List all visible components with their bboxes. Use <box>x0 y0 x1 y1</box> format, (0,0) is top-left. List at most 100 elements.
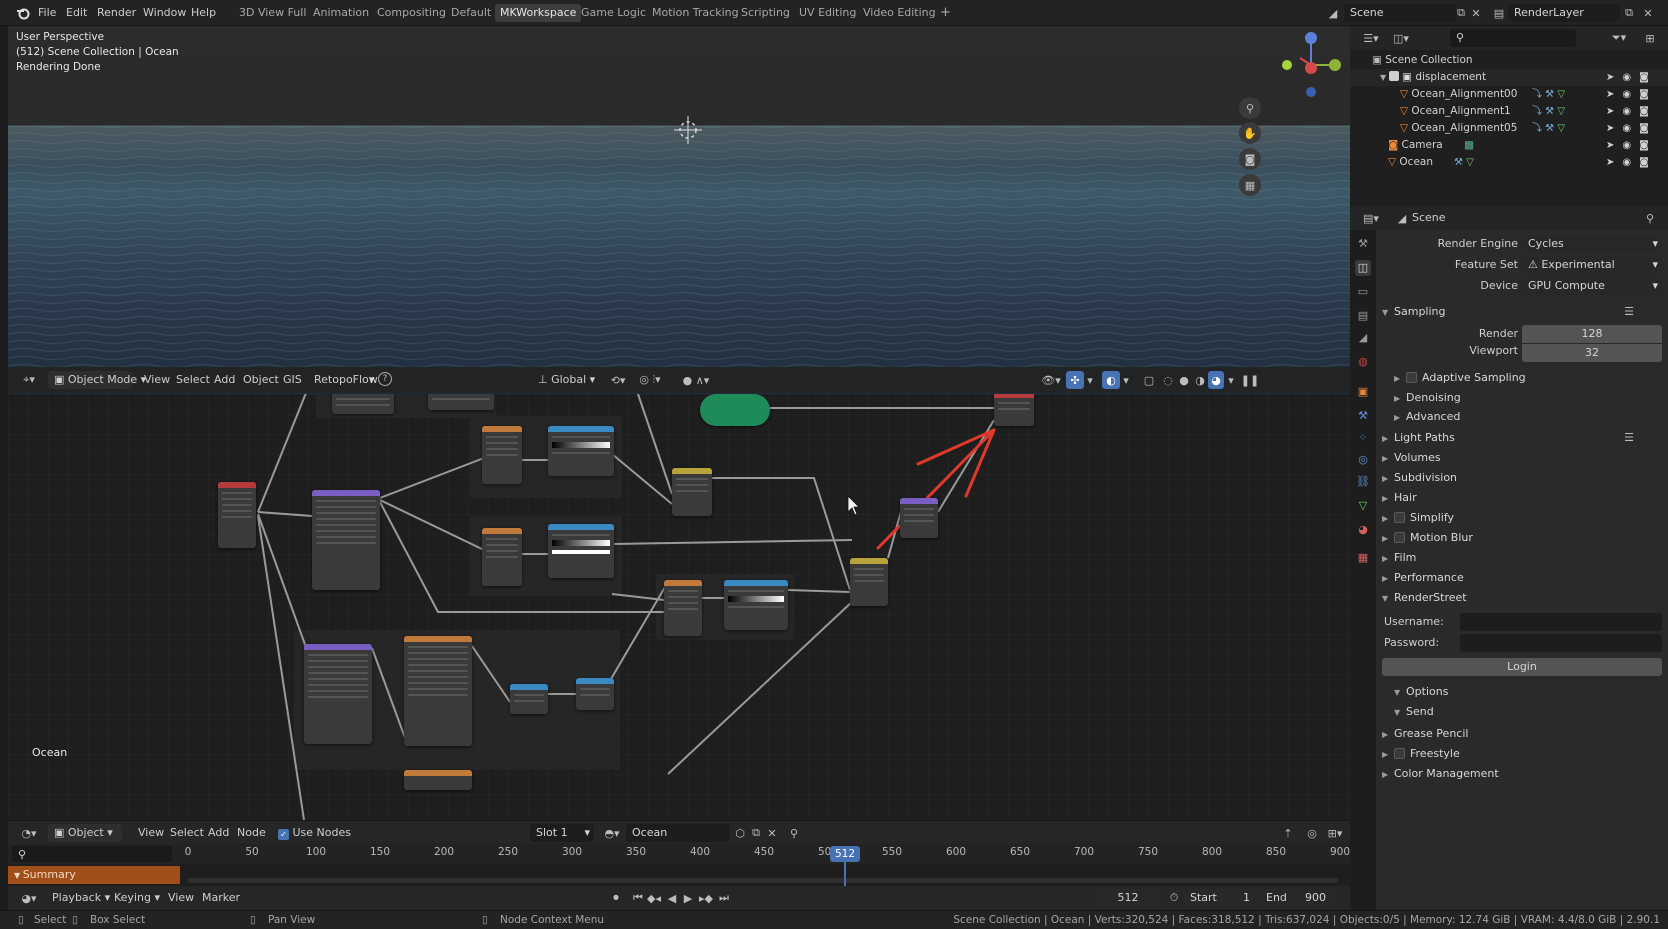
noise-texture-node[interactable] <box>332 394 394 414</box>
unlink-material-icon[interactable]: ✕ <box>764 824 780 842</box>
modifier-wrench-icon[interactable]: ⤵ ⚒ ▽ <box>1532 120 1565 137</box>
viewport-samples-field[interactable]: 32 <box>1522 344 1662 362</box>
stopwatch-icon[interactable]: ⏱ <box>1166 889 1182 907</box>
3d-viewport[interactable]: User Perspective (512) Scene Collection … <box>8 26 1350 394</box>
object-mode-dropdown[interactable]: ▣ Object Mode ▾ <box>48 371 146 389</box>
camera-render-icon[interactable]: ◙ <box>1639 137 1649 154</box>
filter-icon[interactable]: ⏷▾ <box>1606 29 1632 47</box>
menu-window[interactable]: Window <box>141 5 188 21</box>
output-tab-icon[interactable]: ▭ <box>1355 284 1371 300</box>
overlay-toggle-icon[interactable]: ◐ <box>1102 371 1120 389</box>
record-keyframe-icon[interactable]: ⏺ <box>608 890 624 906</box>
timeline-editor-type-icon[interactable]: ◕▾ <box>16 889 42 907</box>
tab-uv-editing[interactable]: UV Editing <box>794 4 861 22</box>
panel-volumes[interactable]: ▶ Volumes <box>1382 448 1644 468</box>
presets-list-icon[interactable]: ☰ <box>1624 302 1634 322</box>
snap-node-icon[interactable]: ◎ <box>1304 824 1320 842</box>
menu-render[interactable]: Render <box>95 5 138 21</box>
view-layer-field[interactable]: RenderLayer <box>1508 4 1620 22</box>
properties-type-icon[interactable]: ▤▾ <box>1358 209 1384 227</box>
render-tab-icon[interactable]: ◫ <box>1355 260 1371 276</box>
menu-view[interactable]: View <box>144 371 170 389</box>
view-layer-tab-icon[interactable]: ▤ <box>1355 308 1371 324</box>
pan-hand-icon[interactable]: ✋ <box>1239 122 1261 144</box>
node-editor-type-icon[interactable]: ◔▾ <box>16 824 42 842</box>
camera-render-icon[interactable]: ◙ <box>1639 120 1649 137</box>
tab-video-editing[interactable]: Video Editing <box>858 4 941 22</box>
shading-solid-icon[interactable]: ● <box>1176 371 1192 389</box>
mapping-node-2[interactable] <box>304 644 372 744</box>
camera-render-icon[interactable]: ◙ <box>1639 86 1649 103</box>
material-tab-icon[interactable]: ◕ <box>1355 522 1371 538</box>
visibility-icon[interactable]: 👁▾ <box>1038 371 1064 389</box>
start-frame-field[interactable]: Start 1 <box>1184 889 1258 907</box>
object-tab-icon[interactable]: ▣ <box>1355 384 1371 400</box>
ocean-modifier-icons[interactable]: ⚒ ▽ <box>1454 154 1474 171</box>
constraints-tab-icon[interactable]: ⛓ <box>1355 474 1371 490</box>
panel-subdivision[interactable]: ▶ Subdivision <box>1382 468 1644 488</box>
login-button[interactable]: Login <box>1382 658 1662 676</box>
color-ramp-node[interactable] <box>548 426 614 476</box>
color-ramp-node-2[interactable] <box>548 524 614 578</box>
material-name-field[interactable]: Ocean <box>626 824 730 842</box>
new-view-layer-icon[interactable]: ⧉ <box>1620 4 1638 22</box>
panel-sampling[interactable]: ▼ Sampling ☰ <box>1382 302 1644 322</box>
noise-texture-node-3[interactable] <box>482 528 522 586</box>
device-dropdown[interactable]: GPU Compute ▾ <box>1522 277 1662 295</box>
noise-texture-node-4[interactable] <box>664 580 702 636</box>
panel-freestyle[interactable]: ▶ Freestyle <box>1382 744 1644 764</box>
help-icon[interactable]: ? <box>378 372 392 386</box>
node-menu-add[interactable]: Add <box>208 824 229 842</box>
vector-displacement-node[interactable] <box>900 498 938 538</box>
timeline-scroll-track[interactable] <box>188 878 1338 883</box>
select-arrow-icon[interactable]: ➤ <box>1606 137 1614 154</box>
noise-texture-node-2[interactable] <box>482 426 522 484</box>
gizmo-toggle-icon[interactable]: ✣ <box>1066 371 1084 389</box>
select-arrow-icon[interactable]: ➤ <box>1606 120 1614 137</box>
delete-scene-icon[interactable]: ✕ <box>1468 4 1484 22</box>
outliner-type-icon[interactable]: ☰▾ <box>1358 29 1384 47</box>
outliner-row-scene-collection[interactable]: ▣ Scene Collection <box>1350 52 1668 69</box>
panel-simplify[interactable]: ▶ Simplify <box>1382 508 1644 528</box>
tab-scripting[interactable]: Scripting <box>736 4 795 22</box>
menu-playback[interactable]: Playback ▾ <box>52 889 110 907</box>
image-texture-node-3[interactable] <box>404 770 472 790</box>
view-layer-icon[interactable]: ▤ <box>1490 4 1508 22</box>
eye-icon[interactable]: ◉ <box>1622 86 1631 103</box>
subpanel-send[interactable]: ▼ Send <box>1394 702 1656 722</box>
timeline-search-field[interactable]: ⚲ <box>12 846 172 862</box>
panel-grease-pencil[interactable]: ▶ Grease Pencil <box>1382 724 1644 744</box>
world-tab-icon[interactable]: ◍ <box>1355 354 1371 370</box>
node-menu-node[interactable]: Node <box>237 824 266 842</box>
outliner-search-input[interactable]: ⚲ <box>1450 29 1576 47</box>
eye-icon[interactable]: ◉ <box>1622 137 1631 154</box>
mix-rgb-node-2[interactable] <box>850 558 888 606</box>
node-menu-select[interactable]: Select <box>170 824 204 842</box>
modifier-tab-icon[interactable]: ⚒ <box>1355 408 1371 424</box>
select-arrow-icon[interactable]: ➤ <box>1606 103 1614 120</box>
zoom-icon[interactable]: ⚲ <box>1239 97 1261 119</box>
add-workspace-icon[interactable]: + <box>935 4 956 22</box>
username-input[interactable] <box>1460 613 1662 631</box>
subpanel-advanced[interactable]: ▶ Advanced <box>1394 407 1656 427</box>
duplicate-material-icon[interactable]: ⧉ <box>748 824 764 842</box>
tab-game-logic[interactable]: Game Logic <box>576 4 651 22</box>
principled-volume-node[interactable] <box>700 394 770 426</box>
snap-element-icon[interactable]: ⊞▾ <box>1322 824 1348 842</box>
jump-start-icon[interactable]: ⏮ <box>630 890 646 906</box>
shader-type-dropdown[interactable]: ▣ Object ▾ <box>48 824 122 842</box>
camera-render-icon[interactable]: ◙ <box>1639 154 1649 171</box>
menu-timeline-view[interactable]: View <box>168 889 194 907</box>
play-reverse-icon[interactable]: ◀ <box>664 890 680 906</box>
texture-tab-icon[interactable]: ▦ <box>1355 550 1371 566</box>
panel-renderstreet[interactable]: ▼ RenderStreet <box>1382 588 1644 608</box>
pause-render-icon[interactable]: ❚❚ <box>1241 371 1259 389</box>
blender-logo-icon[interactable] <box>14 4 32 22</box>
proportional-edit-icon[interactable]: ● ∧▾ <box>678 371 714 389</box>
texture-coordinate-node[interactable] <box>218 482 256 548</box>
eye-icon[interactable]: ◉ <box>1622 120 1631 137</box>
scene-name-field[interactable]: Scene <box>1344 4 1456 22</box>
render-samples-field[interactable]: 128 <box>1522 325 1662 343</box>
editor-type-icon[interactable]: ⌖▾ <box>16 371 42 389</box>
retopoflow-dropdown-icon[interactable]: ▾ <box>369 371 375 389</box>
